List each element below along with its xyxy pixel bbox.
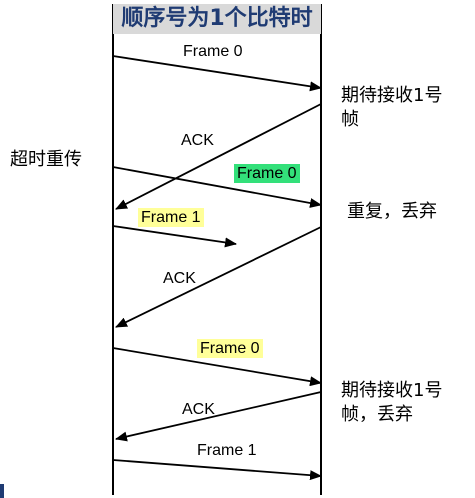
expect-frame1-discard-label-line1: 期待接收1号 [341,380,443,401]
message-label-frame0-retransmit: Frame 0 [234,164,300,184]
arrow-frame1-lost [112,225,237,248]
slide-edge-marker [0,484,4,498]
diagram-title: 顺序号为1个比特时 [113,4,321,34]
timeout-retransmit-label: 超时重传 [10,149,82,170]
message-label-ack-third: ACK [182,401,215,418]
arrow-ack-first [115,103,322,210]
expect-frame1-label-line1: 期待接收1号 [341,85,443,106]
message-label-frame0: Frame 0 [183,43,243,60]
duplicate-discard-label: 重复，丢弃 [347,201,437,222]
expect-frame1-label-line2: 帧 [341,109,359,130]
message-label-frame1: Frame 1 [138,208,204,228]
message-label-ack-second: ACK [163,270,196,287]
message-label-frame1-final: Frame 1 [197,442,257,459]
arrow-frame1-final [112,459,322,481]
expect-frame1-discard-label-line2: 帧，丢弃 [341,404,413,425]
message-label-ack: ACK [181,132,214,149]
message-label-frame0-second: Frame 0 [197,339,263,359]
arrow-ack-third [115,391,322,442]
